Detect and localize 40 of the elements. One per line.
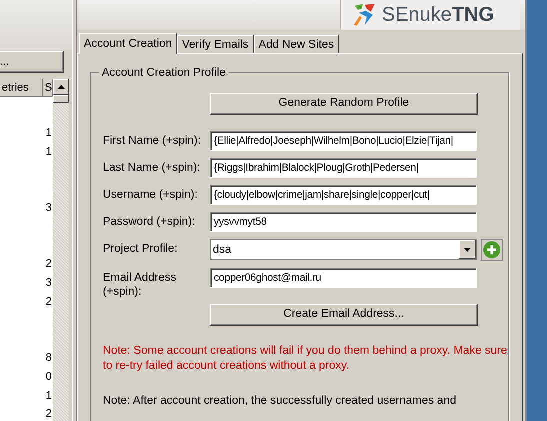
add-button[interactable] <box>481 239 503 261</box>
field-label: Project Profile: <box>103 242 179 256</box>
table-cell: 3 <box>46 202 52 214</box>
input-field[interactable]: copper06ghost@mail.ru <box>210 268 477 288</box>
caret-icon <box>464 248 471 252</box>
table-cell: 3 <box>46 277 52 289</box>
note-text: Note: Some account creations will fail if you do them behind a proxy. Make sure to re-try failed account creations without a proxy. <box>103 344 508 374</box>
table-cell: 1 <box>46 390 52 402</box>
header-background <box>0 0 72 50</box>
create-email-button[interactable]: Create Email Address... <box>210 304 478 326</box>
column-header[interactable]: etries <box>0 79 43 96</box>
splitter[interactable] <box>72 0 77 421</box>
scroll-up-icon <box>58 85 64 89</box>
field-label: Email Address (+spin): <box>103 271 178 300</box>
input-field[interactable]: {Ellie|Alfredo|Joeseph|Wilhelm|Bono|Lucio|Elzie|Tijan| <box>210 131 477 151</box>
dropdown-field[interactable]: dsa <box>210 239 477 260</box>
plus-icon <box>483 241 501 259</box>
table-cell: 0 <box>46 370 52 383</box>
table-cell: 2 <box>46 258 52 270</box>
scrollbar[interactable] <box>53 79 69 421</box>
field-label: First Name (+spin): <box>103 134 202 148</box>
table-cell: 8 <box>46 352 52 364</box>
table-cell: 1 <box>46 127 52 139</box>
input-field[interactable]: yysvvmyt58 <box>210 212 477 232</box>
field-label: Username (+spin): <box>103 188 199 202</box>
logo-text: SEnukeTNG <box>382 3 494 28</box>
tab[interactable]: Account Creation <box>79 33 178 54</box>
tab[interactable]: Verify Emails <box>177 35 254 53</box>
table-cell: 2 <box>46 296 52 308</box>
browse-button[interactable]: ... <box>0 51 64 73</box>
input-field[interactable]: {Riggs|Ibrahim|Blalock|Ploug|Groth|Pedersen| <box>210 158 477 178</box>
table-cell: 2 <box>46 408 52 420</box>
scroll-thumb[interactable] <box>53 95 69 103</box>
tab[interactable]: Add New Sites <box>254 35 340 53</box>
generate-button[interactable]: Generate Random Profile <box>210 93 478 115</box>
table-cell: 1 <box>46 146 52 158</box>
note-text: Note: After account creation, the successfully created usernames and <box>103 394 458 409</box>
input-field[interactable]: {cloudy|elbow|crime|jam|share|single|copper|cut| <box>210 185 477 205</box>
field-label: Password (+spin): <box>103 215 196 230</box>
field-label: Last Name (+spin): <box>103 161 202 176</box>
